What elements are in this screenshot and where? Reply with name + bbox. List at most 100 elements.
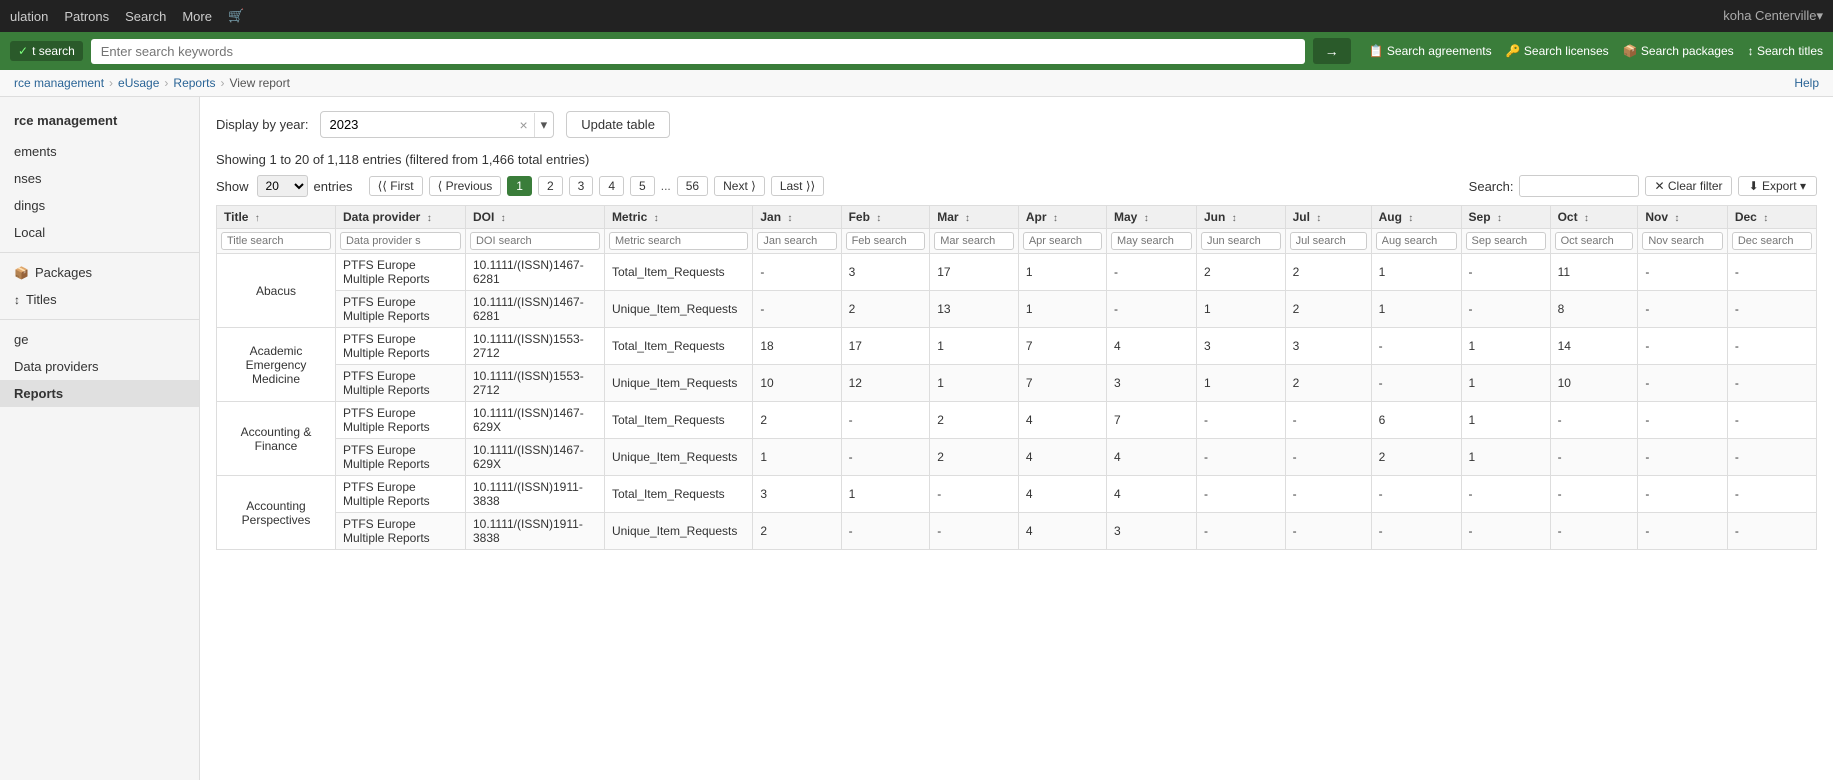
search-input[interactable] — [91, 39, 1305, 64]
search-titles-link[interactable]: ↕ Search titles — [1748, 44, 1823, 58]
nav-cart[interactable]: 🛒 — [228, 8, 244, 24]
breadcrumb-eusage[interactable]: eUsage — [118, 76, 159, 90]
sep-search-input[interactable] — [1466, 232, 1546, 250]
sidebar-item-reports[interactable]: Reports — [0, 380, 199, 407]
nav-more[interactable]: More — [182, 9, 212, 24]
dec-search-input[interactable] — [1732, 232, 1812, 250]
aug-cell: 1 — [1371, 291, 1461, 328]
title-search-input[interactable] — [221, 232, 331, 250]
table-row: PTFS Europe Multiple Reports10.1111/(ISS… — [217, 513, 1817, 550]
page-4-button[interactable]: 4 — [599, 176, 624, 196]
col-sep[interactable]: Sep ↕ — [1461, 206, 1550, 229]
mar-cell: 1 — [930, 365, 1019, 402]
sidebar-item-local[interactable]: Local — [0, 219, 199, 246]
extra-links: 📋 Search agreements 🔑 Search licenses 📦 … — [1369, 44, 1823, 58]
export-button[interactable]: ⬇ Export ▾ — [1738, 176, 1817, 196]
previous-page-button[interactable]: ⟨ Previous — [429, 176, 502, 196]
search-agreements-link[interactable]: 📋 Search agreements — [1369, 44, 1492, 58]
mar-cell: 13 — [930, 291, 1019, 328]
col-metric[interactable]: Metric ↕ — [604, 206, 752, 229]
page-5-button[interactable]: 5 — [630, 176, 655, 196]
jul-search-input[interactable] — [1290, 232, 1367, 250]
search-licenses-link[interactable]: 🔑 Search licenses — [1506, 44, 1609, 58]
aug-cell: - — [1371, 476, 1461, 513]
dec-cell: - — [1727, 513, 1816, 550]
col-jan[interactable]: Jan ↕ — [753, 206, 841, 229]
doi-search-input[interactable] — [470, 232, 600, 250]
col-title[interactable]: Title ↑ — [217, 206, 336, 229]
table-search-input[interactable] — [1519, 175, 1639, 197]
mar-search-input[interactable] — [934, 232, 1014, 250]
aug-search-input[interactable] — [1376, 232, 1457, 250]
dec-cell: - — [1727, 291, 1816, 328]
sep-cell: - — [1461, 476, 1550, 513]
go-button[interactable]: → — [1313, 38, 1351, 64]
oct-search-input[interactable] — [1555, 232, 1634, 250]
clear-filter-button[interactable]: ✕ Clear filter — [1645, 176, 1731, 196]
jan-search-input[interactable] — [757, 232, 836, 250]
search-packages-link[interactable]: 📦 Search packages — [1623, 44, 1734, 58]
col-aug[interactable]: Aug ↕ — [1371, 206, 1461, 229]
breadcrumb-resource-management[interactable]: rce management — [14, 76, 104, 90]
nav-search[interactable]: Search — [125, 9, 166, 24]
metric-cell: Total_Item_Requests — [604, 402, 752, 439]
top-nav: ulation Patrons Search More 🛒 koha Cente… — [0, 0, 1833, 32]
sidebar-item-ements[interactable]: ements — [0, 138, 199, 165]
show-label: Show — [216, 179, 249, 194]
sidebar-item-packages[interactable]: 📦 Packages — [0, 259, 199, 286]
apr-cell: 7 — [1018, 365, 1106, 402]
col-feb[interactable]: Feb ↕ — [841, 206, 930, 229]
col-mar[interactable]: Mar ↕ — [930, 206, 1019, 229]
col-dec[interactable]: Dec ↕ — [1727, 206, 1816, 229]
sidebar-item-dings[interactable]: dings — [0, 192, 199, 219]
feb-cell: 1 — [841, 476, 930, 513]
col-jul[interactable]: Jul ↕ — [1285, 206, 1371, 229]
dec-cell: - — [1727, 439, 1816, 476]
may-search-input[interactable] — [1111, 232, 1192, 250]
apr-search-input[interactable] — [1023, 232, 1102, 250]
page-1-button[interactable]: 1 — [507, 176, 532, 196]
feb-search-input[interactable] — [846, 232, 926, 250]
first-page-button[interactable]: ⟨⟨ First — [369, 176, 423, 196]
search-type-badge[interactable]: ✓ t search — [10, 41, 83, 61]
jun-search-input[interactable] — [1201, 232, 1281, 250]
metric-search-input[interactable] — [609, 232, 748, 250]
col-jun[interactable]: Jun ↕ — [1196, 206, 1285, 229]
nov-cell: - — [1638, 291, 1727, 328]
page-3-button[interactable]: 3 — [569, 176, 594, 196]
page-56-button[interactable]: 56 — [677, 176, 708, 196]
year-input[interactable] — [321, 112, 513, 137]
show-select[interactable]: 2050100 — [257, 175, 308, 197]
sidebar-item-nses[interactable]: nses — [0, 165, 199, 192]
apr-cell: 4 — [1018, 402, 1106, 439]
col-data-provider[interactable]: Data provider ↕ — [335, 206, 465, 229]
nov-search-input[interactable] — [1642, 232, 1722, 250]
sidebar-item-data-providers[interactable]: Data providers — [0, 353, 199, 380]
breadcrumb-reports[interactable]: Reports — [173, 76, 215, 90]
sidebar-item-titles[interactable]: ↕ Titles — [0, 286, 199, 313]
year-clear-button[interactable]: × — [513, 113, 533, 137]
year-dropdown-button[interactable]: ▾ — [534, 113, 554, 137]
help-link[interactable]: Help — [1794, 76, 1819, 90]
showing-text: Showing 1 to 20 of 1,118 entries (filter… — [216, 152, 1817, 167]
col-may[interactable]: May ↕ — [1107, 206, 1197, 229]
dataProvider-cell: PTFS Europe Multiple Reports — [335, 402, 465, 439]
col-nov[interactable]: Nov ↕ — [1638, 206, 1727, 229]
col-doi[interactable]: DOI ↕ — [465, 206, 604, 229]
doi-cell: 10.1111/(ISSN)1911-3838 — [465, 513, 604, 550]
dp-search-input[interactable] — [340, 232, 461, 250]
nav-patrons[interactable]: Patrons — [64, 9, 109, 24]
jun-cell: - — [1196, 513, 1285, 550]
next-page-button[interactable]: Next ⟩ — [714, 176, 765, 196]
sidebar-item-nses-label: nses — [14, 171, 41, 186]
may-cell: - — [1107, 254, 1197, 291]
update-table-button[interactable]: Update table — [566, 111, 670, 138]
nav-circulation[interactable]: ulation — [10, 9, 48, 24]
page-2-button[interactable]: 2 — [538, 176, 563, 196]
col-oct[interactable]: Oct ↕ — [1550, 206, 1638, 229]
sidebar-item-ge[interactable]: ge — [0, 326, 199, 353]
col-apr[interactable]: Apr ↕ — [1018, 206, 1106, 229]
metric-cell: Total_Item_Requests — [604, 254, 752, 291]
dataProvider-cell: PTFS Europe Multiple Reports — [335, 328, 465, 365]
last-page-button[interactable]: Last ⟩⟩ — [771, 176, 824, 196]
